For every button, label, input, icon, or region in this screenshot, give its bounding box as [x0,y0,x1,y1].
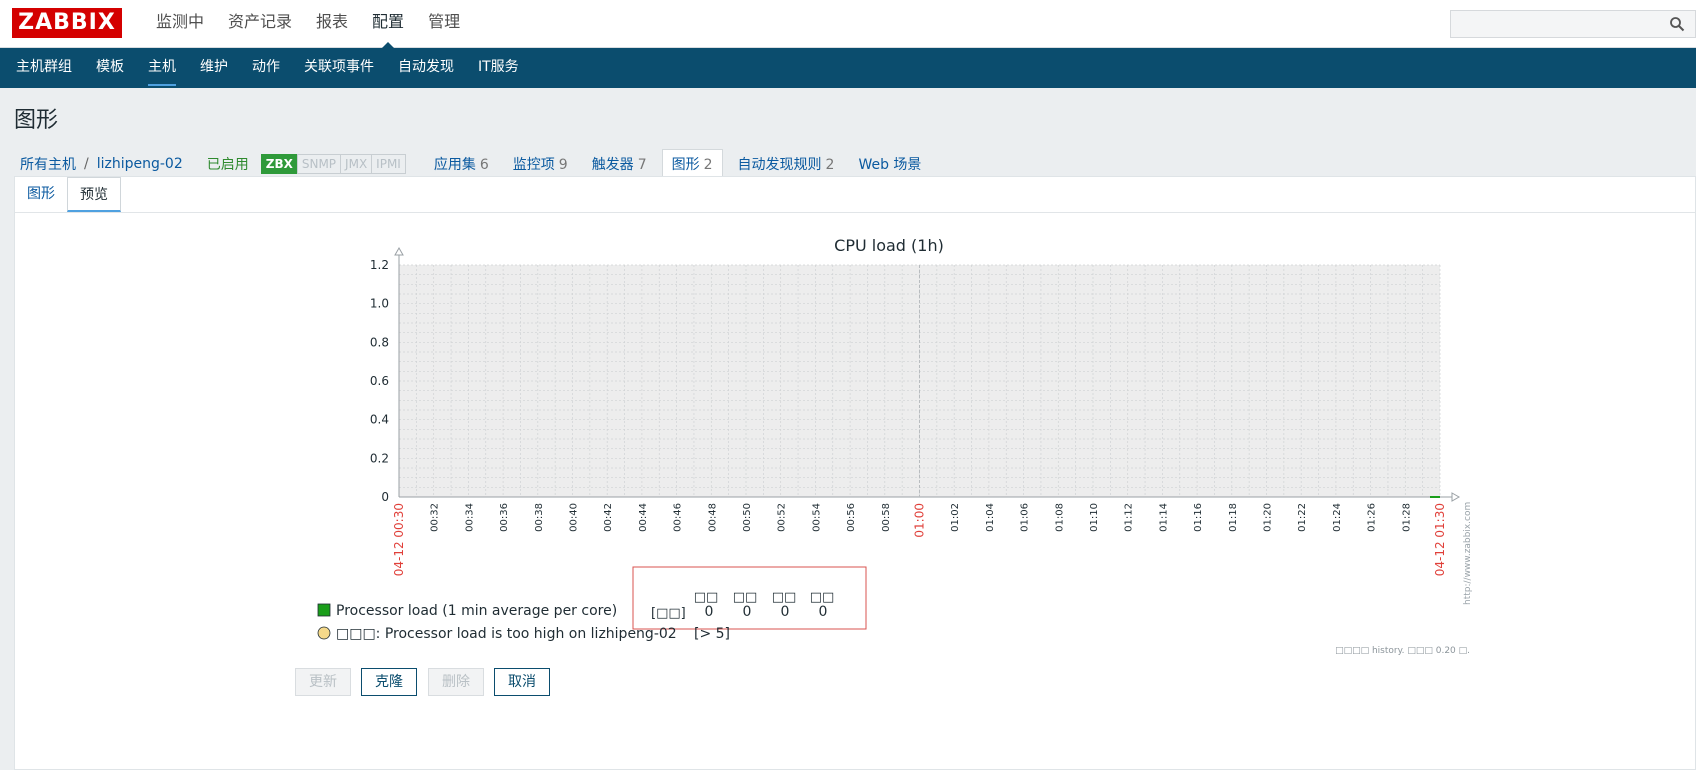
host-status: 已启用 [206,157,249,173]
subnav-hosts[interactable]: 主机 [136,48,188,88]
nav-inventory[interactable]: 资产记录 [216,0,304,48]
tab-web-scenarios[interactable]: Web 场景 [849,150,930,178]
host-link[interactable]: lizhipeng-02 [91,156,189,172]
clone-button[interactable]: 克隆 [361,668,417,696]
nav-reports[interactable]: 报表 [304,0,360,48]
subnav-it-services[interactable]: IT服务 [466,48,531,88]
content-card: 图形 预览 [14,176,1696,770]
zabbix-logo[interactable]: ZABBIX [12,8,122,38]
page-title: 图形 [14,108,59,133]
tab-applications-count: 6 [479,157,489,173]
tab-items-count: 9 [558,157,568,173]
tab-discovery-rules-label: 自动发现规则 [737,157,822,173]
badge-zbx: ZBX [260,154,298,174]
top-header: ZABBIX 监测中 资产记录 报表 配置 管理 [0,0,1696,49]
tab-graphs-count: 2 [703,157,713,173]
tab-triggers-count: 7 [637,157,647,173]
nav-administration[interactable]: 管理 [416,0,472,48]
tab-applications[interactable]: 应用集 6 [425,150,498,178]
subnav-host-groups[interactable]: 主机群组 [4,48,84,88]
nav-monitoring[interactable]: 监测中 [144,0,216,48]
tab-graph[interactable]: 图形 [15,177,67,212]
tab-web-scenarios-label: Web 场景 [858,157,922,173]
breadcrumb-separator: / [84,156,89,172]
tab-discovery-rules[interactable]: 自动发现规则 2 [729,150,844,178]
nav-configuration[interactable]: 配置 [360,0,416,49]
sub-nav: 主机群组 模板 主机 维护 动作 关联项事件 自动发现 IT服务 [0,48,1696,88]
tab-triggers[interactable]: 触发器 7 [583,150,656,178]
subnav-actions[interactable]: 动作 [240,48,292,88]
search-icon[interactable] [1669,16,1685,32]
badge-jmx: JMX [340,154,373,174]
form-tabs: 图形 预览 [15,177,1695,213]
tab-items[interactable]: 监控项 9 [504,150,577,178]
tab-applications-label: 应用集 [433,157,476,173]
subnav-maintenance[interactable]: 维护 [188,48,240,88]
subnav-discovery[interactable]: 自动发现 [386,48,466,88]
tab-preview[interactable]: 预览 [67,177,121,212]
tab-graphs[interactable]: 图形 2 [661,149,723,179]
all-hosts-link[interactable]: 所有主机 [14,154,82,174]
subnav-templates[interactable]: 模板 [84,48,136,88]
badge-ipmi: IPMI [371,154,406,174]
search-input[interactable] [1450,10,1696,38]
update-button[interactable]: 更新 [295,668,351,696]
delete-button[interactable]: 删除 [428,668,484,696]
tab-items-label: 监控项 [512,157,555,173]
tab-triggers-label: 触发器 [591,157,634,173]
subnav-correlation[interactable]: 关联项事件 [292,48,386,88]
main-nav: 监测中 资产记录 报表 配置 管理 [144,0,472,49]
cancel-button[interactable]: 取消 [494,668,550,696]
tab-discovery-rules-count: 2 [825,157,835,173]
badge-snmp: SNMP [296,154,342,174]
tab-graphs-label: 图形 [671,157,700,173]
